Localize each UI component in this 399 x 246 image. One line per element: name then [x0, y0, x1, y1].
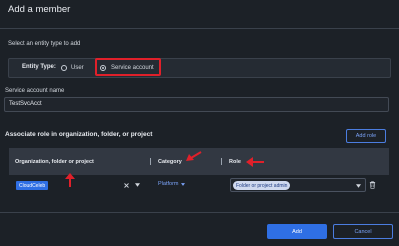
org-chip[interactable]: CloudCeleb: [16, 181, 49, 190]
add-role-button[interactable]: Add role: [346, 129, 386, 143]
title-divider: [0, 28, 399, 29]
category-value: Platform: [158, 181, 179, 187]
roles-heading: Associate role in organization, folder, …: [5, 131, 153, 138]
chevron-down-icon: [181, 182, 186, 186]
trash-icon[interactable]: [368, 179, 377, 190]
close-icon[interactable]: [122, 180, 130, 190]
cancel-button[interactable]: Cancel: [333, 224, 393, 239]
radio-user-circle[interactable]: [61, 64, 67, 71]
dialog-title: Add a member: [8, 4, 71, 15]
entity-section-label: Select an entity type to add: [8, 41, 81, 47]
chevron-down-icon: [356, 184, 361, 188]
radio-service-account-circle[interactable]: [100, 64, 106, 71]
chevron-down-icon[interactable]: [133, 180, 141, 190]
radio-service-account-label: Service account: [111, 64, 154, 71]
radio-user-label: User: [71, 64, 84, 71]
red-arrow-icon: [246, 157, 264, 167]
role-select[interactable]: Folder or project admin: [230, 178, 366, 192]
account-name-value[interactable]: TestSvcAcct: [9, 101, 42, 107]
column-header-role: Role: [229, 159, 241, 165]
category-select[interactable]: Platform: [158, 181, 186, 187]
footer-divider: [0, 212, 399, 213]
entity-type-label: Entity Type:: [22, 64, 56, 70]
column-separator: [221, 158, 222, 165]
red-arrow-icon: [186, 151, 202, 161]
add-button[interactable]: Add: [267, 224, 327, 239]
red-arrow-icon: [65, 173, 75, 187]
column-header-category: Category: [158, 159, 182, 165]
radio-user[interactable]: User: [61, 62, 84, 73]
role-chip[interactable]: Folder or project admin: [233, 181, 291, 190]
radio-service-account[interactable]: Service account: [100, 62, 154, 73]
column-header-org: Organization, folder or project: [15, 159, 94, 165]
account-name-label: Service account name: [5, 88, 65, 94]
account-name-field[interactable]: TestSvcAcct: [4, 97, 389, 112]
column-separator: [150, 158, 151, 165]
